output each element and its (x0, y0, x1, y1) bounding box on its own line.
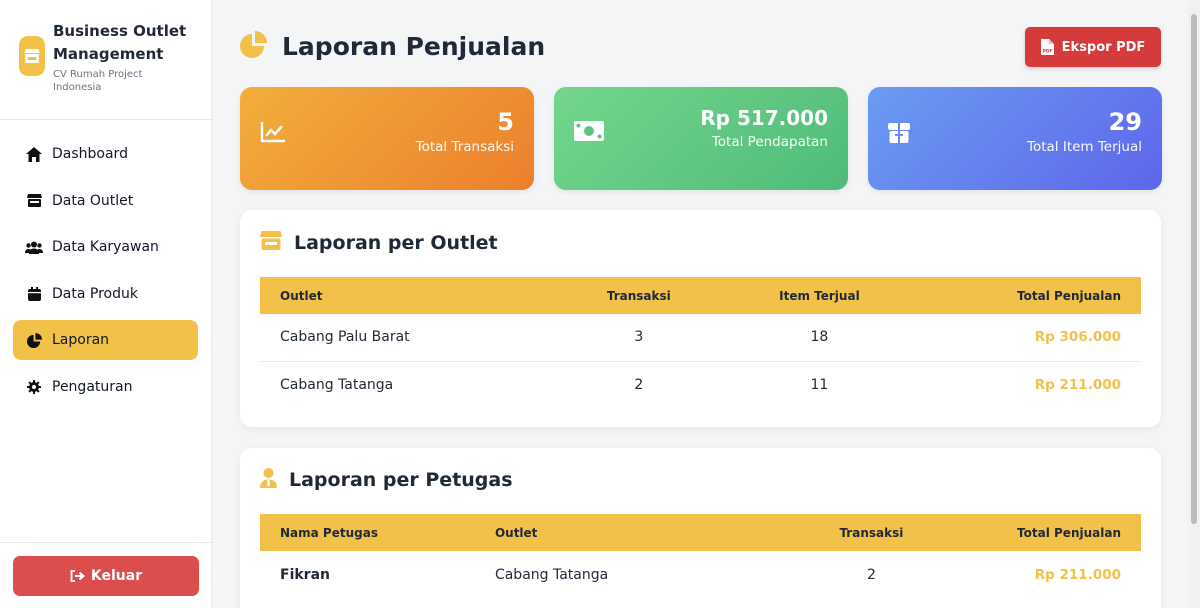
brand-title: Business Outlet Management (53, 22, 187, 63)
sidebar-item-pengaturan[interactable]: Pengaturan (13, 367, 198, 407)
card-header: Laporan per Petugas (260, 468, 513, 492)
sidebar: Business Outlet Management CV Rumah Proj… (0, 0, 212, 608)
outlet-report-card: Laporan per Outlet Outlet Transaksi Item… (240, 210, 1161, 427)
cell-transaksi: 2 (634, 376, 644, 393)
column-header: Total Penjualan (1017, 288, 1121, 303)
sidebar-item-label: Data Outlet (52, 192, 134, 209)
table-row: Cabang Palu Barat 3 18 Rp 306.000 (260, 314, 1141, 361)
export-pdf-label: Ekspor PDF (1061, 39, 1146, 55)
card-title: Laporan per Petugas (289, 469, 513, 491)
stat-label: Total Transaksi (415, 139, 514, 155)
stat-value: Rp 517.000 (700, 106, 828, 130)
column-header: Transaksi (606, 288, 671, 303)
box-icon (25, 285, 43, 303)
scrollbar-thumb[interactable] (1191, 14, 1197, 524)
cell-total-penjualan: Rp 306.000 (1034, 329, 1121, 346)
logout-area: Keluar (0, 542, 212, 608)
file-pdf-icon: PDF (1040, 39, 1054, 55)
store-icon (260, 231, 282, 254)
table-header-row: Outlet Transaksi Item Terjual Total Penj… (260, 277, 1141, 314)
store-logo-icon (19, 36, 45, 76)
cell-transaksi: 3 (634, 329, 644, 346)
sidebar-item-data-produk[interactable]: Data Produk (13, 274, 198, 314)
cell-outlet: Cabang Palu Barat (280, 329, 410, 346)
pie-chart-icon (25, 331, 43, 349)
sidebar-item-label: Pengaturan (52, 378, 133, 395)
cell-transaksi: 2 (866, 566, 876, 583)
cell-item-terjual: 18 (810, 329, 829, 346)
gear-icon (25, 378, 43, 396)
logout-label: Keluar (90, 568, 143, 584)
store-icon (25, 192, 43, 210)
table-row: Cabang Tatanga 2 11 Rp 211.000 (260, 361, 1141, 408)
svg-text:PDF: PDF (1042, 49, 1052, 55)
column-header: Transaksi (839, 525, 904, 540)
sidebar-nav: Dashboard Data Outlet Data Karyawan Data… (0, 120, 211, 407)
brand: Business Outlet Management CV Rumah Proj… (0, 0, 211, 120)
money-icon (574, 121, 604, 145)
sidebar-item-laporan[interactable]: Laporan (13, 320, 198, 361)
line-chart-icon (260, 121, 286, 147)
sidebar-item-label: Dashboard (52, 146, 128, 162)
brand-subtitle: CV Rumah Project Indonesia (53, 69, 143, 93)
stat-card-total-item-terjual: 29 Total Item Terjual (868, 87, 1162, 190)
column-header: Outlet (280, 288, 323, 303)
cell-nama-petugas: Fikran (280, 566, 330, 583)
table-header-row: Nama Petugas Outlet Transaksi Total Penj… (260, 514, 1141, 551)
cell-outlet: Cabang Tatanga (494, 566, 609, 583)
main-content: Laporan Penjualan PDF Ekspor PDF 5 Total… (213, 0, 1188, 608)
page-header: Laporan Penjualan (240, 30, 545, 62)
column-header: Total Penjualan (1017, 525, 1121, 540)
stat-value: 5 (497, 108, 514, 136)
column-header: Nama Petugas (280, 525, 378, 540)
user-tie-icon (260, 468, 277, 492)
sidebar-item-label: Data Karyawan (52, 239, 159, 256)
column-header: Outlet (494, 525, 538, 540)
card-title: Laporan per Outlet (294, 231, 498, 254)
staff-report-card: Laporan per Petugas Nama Petugas Outlet … (240, 448, 1161, 608)
stat-card-total-transaksi: 5 Total Transaksi (240, 87, 534, 190)
page-scrollbar[interactable] (1188, 0, 1200, 608)
sidebar-item-label: Laporan (52, 332, 110, 349)
stat-label: Total Item Terjual (1027, 139, 1142, 155)
sidebar-item-data-karyawan[interactable]: Data Karyawan (13, 227, 198, 267)
staff-report-table: Nama Petugas Outlet Transaksi Total Penj… (260, 514, 1141, 598)
outlet-report-table: Outlet Transaksi Item Terjual Total Penj… (260, 277, 1141, 408)
stat-label: Total Pendapatan (711, 134, 828, 150)
home-icon (25, 145, 43, 163)
column-header: Item Terjual (779, 288, 860, 303)
gift-box-icon (888, 121, 910, 147)
pie-chart-icon (240, 30, 268, 62)
page-title: Laporan Penjualan (282, 31, 546, 61)
stat-card-total-pendapatan: Rp 517.000 Total Pendapatan (554, 87, 848, 190)
stat-value: 29 (1108, 108, 1142, 136)
logout-button[interactable]: Keluar (13, 556, 199, 596)
cell-item-terjual: 11 (810, 376, 829, 393)
cell-total-penjualan: Rp 211.000 (1034, 566, 1121, 583)
sidebar-item-dashboard[interactable]: Dashboard (13, 134, 198, 174)
users-icon (25, 238, 43, 256)
sidebar-item-data-outlet[interactable]: Data Outlet (13, 181, 198, 221)
card-header: Laporan per Outlet (260, 231, 498, 254)
table-row: Fikran Cabang Tatanga 2 Rp 211.000 (260, 551, 1141, 598)
sidebar-item-label: Data Produk (52, 285, 138, 302)
sign-out-icon (70, 570, 85, 582)
export-pdf-button[interactable]: PDF Ekspor PDF (1025, 27, 1161, 67)
cell-outlet: Cabang Tatanga (280, 376, 394, 393)
cell-total-penjualan: Rp 211.000 (1034, 376, 1121, 393)
